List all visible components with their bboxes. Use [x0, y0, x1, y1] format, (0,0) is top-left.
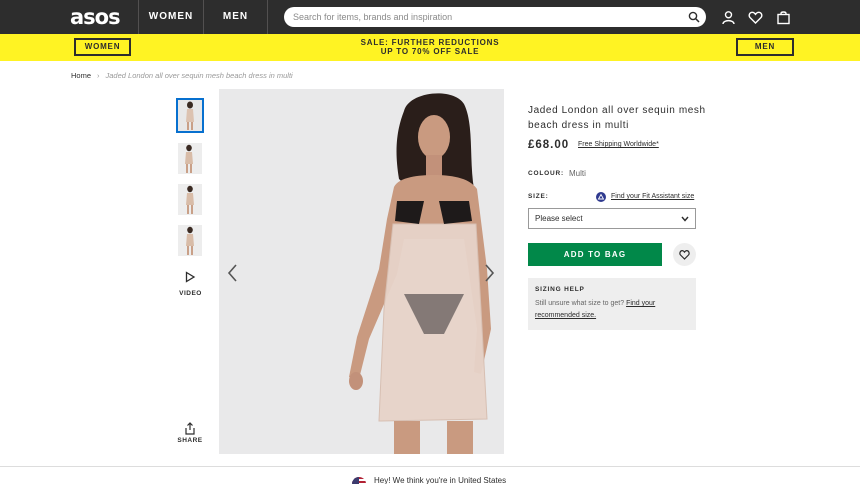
model-thumbnail-image [178, 184, 202, 215]
account-icon[interactable] [721, 10, 736, 25]
gallery-thumbnail[interactable] [176, 98, 204, 133]
asos-logo[interactable]: asos [70, 5, 121, 29]
sizing-help-box: SIZING HELP Still unsure what size to ge… [528, 278, 696, 330]
tab-men[interactable]: MEN [203, 0, 268, 34]
promo-line-2: UP TO 70% OFF SALE [380, 47, 480, 56]
share-label[interactable]: SHARE [176, 437, 204, 444]
search-bar [284, 7, 706, 27]
sizing-help-text: Still unsure what size to get? Find your… [535, 298, 685, 322]
product-title: Jaded London all over sequin mesh beach … [528, 105, 706, 131]
add-to-bag-button[interactable]: ADD TO BAG [528, 243, 662, 266]
location-notice: Hey! We think you're in United States [374, 476, 507, 484]
promo-men-button[interactable]: MEN [736, 38, 794, 56]
top-nav: asos WOMEN MEN [0, 0, 860, 34]
fit-assistant-link[interactable]: Find your Fit Assistant size [611, 193, 694, 200]
previous-image-arrow[interactable] [226, 263, 240, 283]
colour-label: COLOUR: [528, 170, 564, 177]
search-input[interactable] [293, 7, 673, 27]
tab-women[interactable]: WOMEN [138, 0, 203, 34]
next-image-arrow[interactable] [482, 263, 496, 283]
gallery-thumbnail[interactable] [178, 184, 202, 215]
model-thumbnail-image [178, 143, 202, 174]
model-thumbnail-image [178, 225, 202, 256]
play-icon[interactable] [184, 271, 196, 283]
free-shipping-link[interactable]: Free Shipping Worldwide* [578, 141, 659, 148]
heart-icon[interactable] [748, 10, 763, 25]
model-thumbnail-image [178, 100, 202, 131]
gallery-thumbnail[interactable] [178, 225, 202, 256]
us-flag-icon [352, 477, 366, 484]
gallery-thumbnail[interactable] [178, 143, 202, 174]
size-select-value: Please select [535, 214, 583, 223]
breadcrumb-current: Jaded London all over sequin mesh beach … [105, 71, 293, 80]
sizing-help-heading: SIZING HELP [535, 286, 585, 293]
share-icon[interactable] [184, 422, 196, 435]
fit-assistant-icon [596, 192, 606, 202]
promo-banner[interactable]: WOMEN SALE: FURTHER REDUCTIONS UP TO 70%… [0, 34, 860, 61]
sizing-help-question: Still unsure what size to get? [535, 300, 625, 307]
save-for-later-button[interactable] [673, 243, 696, 266]
breadcrumb-separator: › [97, 71, 100, 80]
size-label: SIZE: [528, 193, 549, 200]
product-price: £68.00 [528, 139, 570, 151]
product-main-image [219, 89, 504, 454]
chevron-down-icon [681, 216, 689, 222]
video-label[interactable]: VIDEO [178, 290, 203, 297]
breadcrumb-home[interactable]: Home [71, 71, 91, 80]
size-select[interactable]: Please select [528, 208, 696, 229]
heart-icon [679, 249, 690, 260]
breadcrumb: Home › Jaded London all over sequin mesh b… [71, 71, 293, 80]
colour-value: Multi [569, 169, 586, 178]
search-icon[interactable] [688, 11, 700, 23]
bag-icon[interactable] [776, 10, 791, 25]
promo-women-button[interactable]: WOMEN [74, 38, 131, 56]
model-photo [219, 89, 504, 454]
promo-line-1: SALE: FURTHER REDUCTIONS [360, 38, 500, 47]
divider [0, 466, 860, 467]
